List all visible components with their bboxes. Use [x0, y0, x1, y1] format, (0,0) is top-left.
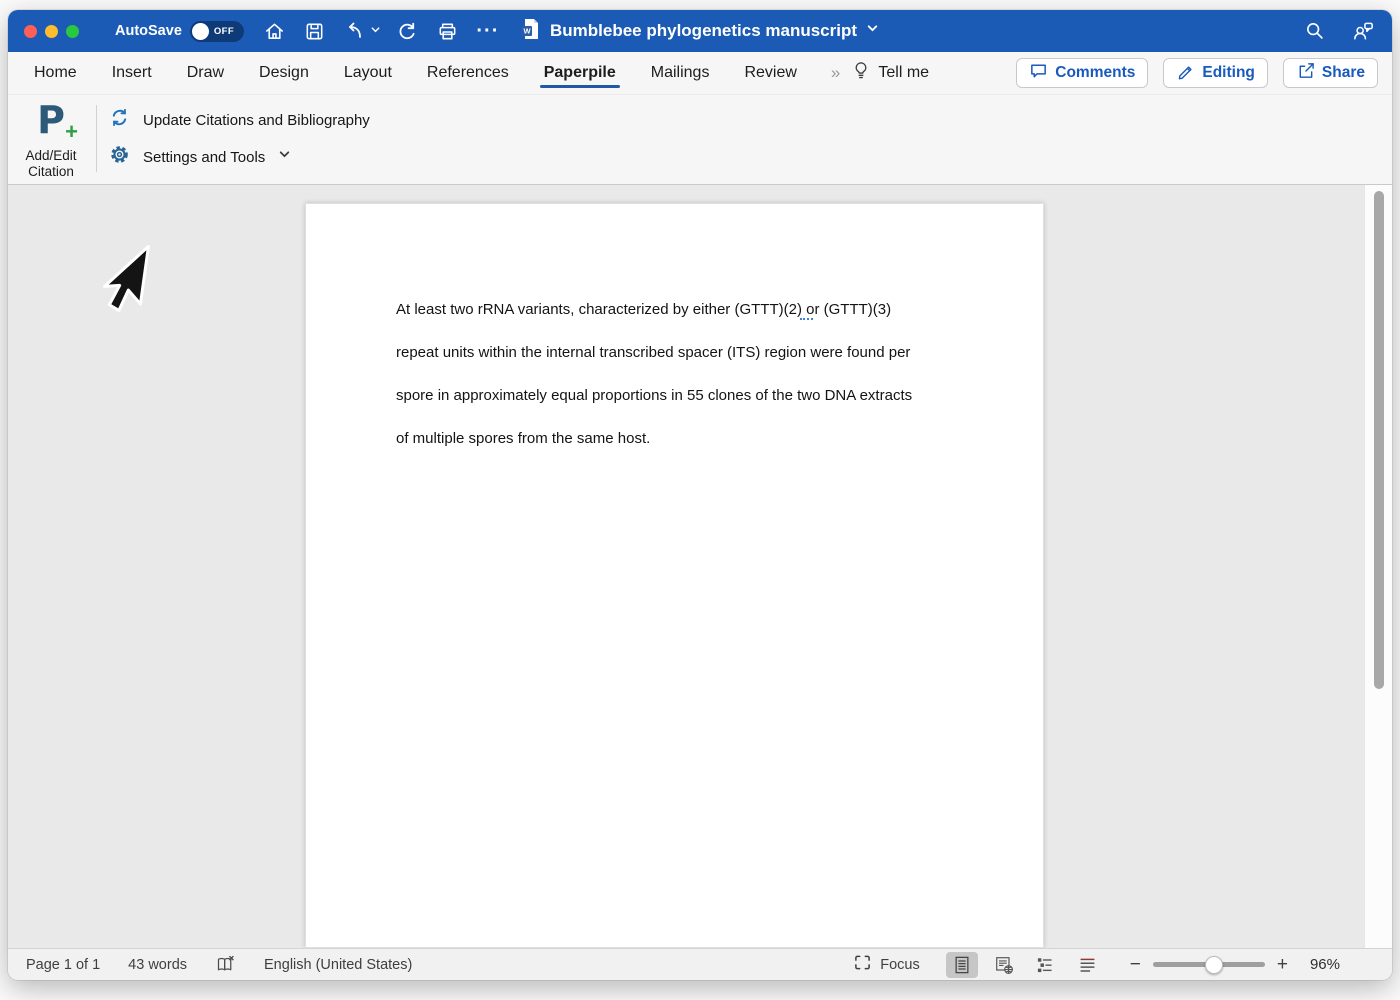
page-count-label[interactable]: Page 1 of 1 [26, 957, 100, 973]
document-line: repeat units within the internal transcr… [396, 331, 976, 374]
focus-button[interactable]: Focus [853, 954, 920, 975]
view-switcher [946, 952, 1104, 978]
tell-me-button[interactable]: Tell me [852, 61, 929, 86]
tab-design[interactable]: Design [258, 55, 310, 91]
editing-label: Editing [1202, 64, 1255, 82]
web-layout-view-button[interactable] [988, 952, 1020, 978]
status-bar: Page 1 of 1 43 words English (United Sta… [8, 948, 1392, 980]
mouse-cursor-icon [100, 241, 158, 330]
scrollbar-track[interactable] [1364, 185, 1392, 948]
ribbon-tab-bar: Home Insert Draw Design Layout Reference… [8, 52, 1392, 95]
tab-home[interactable]: Home [33, 55, 78, 91]
settings-and-tools-label: Settings and Tools [143, 149, 265, 166]
document-line: of multiple spores from the same host. [396, 417, 976, 460]
minimize-button[interactable] [45, 25, 58, 38]
zoom-slider[interactable] [1153, 956, 1265, 974]
refresh-icon [109, 107, 130, 133]
zoom-in-button[interactable]: + [1277, 955, 1288, 974]
tab-mailings[interactable]: Mailings [650, 55, 711, 91]
paragraph: At least two rRNA variants, characterize… [396, 288, 976, 460]
tab-references[interactable]: References [426, 55, 510, 91]
save-button[interactable] [302, 18, 328, 44]
comment-icon [1029, 61, 1048, 85]
zoom-out-button[interactable]: − [1130, 955, 1141, 974]
print-button[interactable] [435, 18, 461, 44]
undo-dropdown-chevron-icon[interactable] [370, 22, 381, 40]
title-bar: AutoSave OFF [8, 10, 1392, 52]
editing-button[interactable]: Editing [1163, 58, 1268, 88]
more-commands-button[interactable]: ··· [475, 18, 501, 44]
tell-me-label: Tell me [878, 64, 929, 82]
person-feedback-icon [1352, 20, 1375, 43]
tab-review[interactable]: Review [743, 55, 797, 91]
comments-button[interactable]: Comments [1016, 58, 1148, 88]
zoom-slider-thumb[interactable] [1205, 956, 1223, 974]
document-title: Bumblebee phylogenetics manuscript [550, 21, 857, 41]
update-citations-button[interactable]: Update Citations and Bibliography [109, 107, 370, 133]
share-button[interactable]: Share [1283, 58, 1378, 88]
zoom-control: − + [1130, 955, 1288, 974]
focus-label: Focus [880, 957, 920, 973]
undo-button[interactable] [342, 18, 368, 44]
title-chevron-down-icon [866, 22, 879, 40]
word-count-label[interactable]: 43 words [128, 957, 187, 973]
document-title-button[interactable]: W Bumblebee phylogenetics manuscript [521, 18, 879, 45]
ribbon-group-divider [96, 105, 97, 172]
pencil-icon [1176, 61, 1195, 85]
undo-icon [343, 19, 367, 43]
settings-chevron-down-icon [278, 148, 291, 166]
search-icon [1304, 20, 1326, 42]
comments-label: Comments [1055, 64, 1135, 82]
lightbulb-icon [852, 61, 870, 86]
draft-view-button[interactable] [1072, 952, 1104, 978]
add-edit-citation-button[interactable]: P + Add/Edit Citation [20, 101, 82, 180]
maximize-button[interactable] [66, 25, 79, 38]
document-canvas: At least two rRNA variants, characterize… [8, 185, 1392, 948]
zoom-percentage-label[interactable]: 96% [1310, 956, 1340, 973]
autosave-control: AutoSave OFF [115, 21, 244, 42]
traffic-lights [24, 25, 79, 38]
search-button[interactable] [1302, 18, 1328, 44]
share-label: Share [1322, 64, 1365, 82]
autosave-toggle[interactable]: OFF [190, 21, 244, 42]
scrollbar-thumb[interactable] [1374, 191, 1384, 689]
proofing-errors-icon[interactable] [215, 954, 236, 975]
tab-layout[interactable]: Layout [343, 55, 393, 91]
text-insertion-mark [800, 316, 813, 320]
ellipsis-icon: ··· [476, 26, 499, 36]
save-icon [303, 20, 326, 43]
document-line: At least two rRNA variants, characterize… [396, 288, 976, 331]
autosave-label: AutoSave [115, 23, 182, 39]
redo-button[interactable] [395, 18, 421, 44]
add-edit-citation-label: Add/Edit Citation [25, 148, 76, 179]
tab-insert[interactable]: Insert [111, 55, 153, 91]
tab-draw[interactable]: Draw [186, 55, 225, 91]
tab-overflow-chevron-icon[interactable]: » [831, 63, 838, 83]
feedback-button[interactable] [1350, 18, 1376, 44]
home-button[interactable] [262, 18, 288, 44]
settings-and-tools-button[interactable]: Settings and Tools [109, 144, 370, 170]
autosave-state: OFF [214, 26, 234, 37]
document-line: spore in approximately equal proportions… [396, 374, 976, 417]
print-icon [436, 20, 459, 43]
outline-view-button[interactable] [1030, 952, 1062, 978]
share-icon [1296, 61, 1315, 85]
language-label[interactable]: English (United States) [264, 957, 412, 973]
close-button[interactable] [24, 25, 37, 38]
paperpile-logo-icon: P + [37, 101, 65, 145]
word-window: AutoSave OFF [8, 10, 1392, 980]
toggle-knob [192, 23, 209, 40]
update-citations-label: Update Citations and Bibliography [143, 112, 370, 129]
document-page[interactable]: At least two rRNA variants, characterize… [305, 203, 1044, 948]
word-doc-icon: W [521, 18, 541, 45]
home-icon [263, 20, 286, 43]
focus-icon [853, 954, 872, 975]
gear-icon [109, 144, 130, 170]
redo-icon [396, 19, 420, 43]
tab-paperpile[interactable]: Paperpile [543, 55, 617, 91]
svg-text:W: W [523, 26, 531, 35]
print-layout-view-button[interactable] [946, 952, 978, 978]
paperpile-ribbon: P + Add/Edit Citation Update Citations a… [8, 95, 1392, 185]
